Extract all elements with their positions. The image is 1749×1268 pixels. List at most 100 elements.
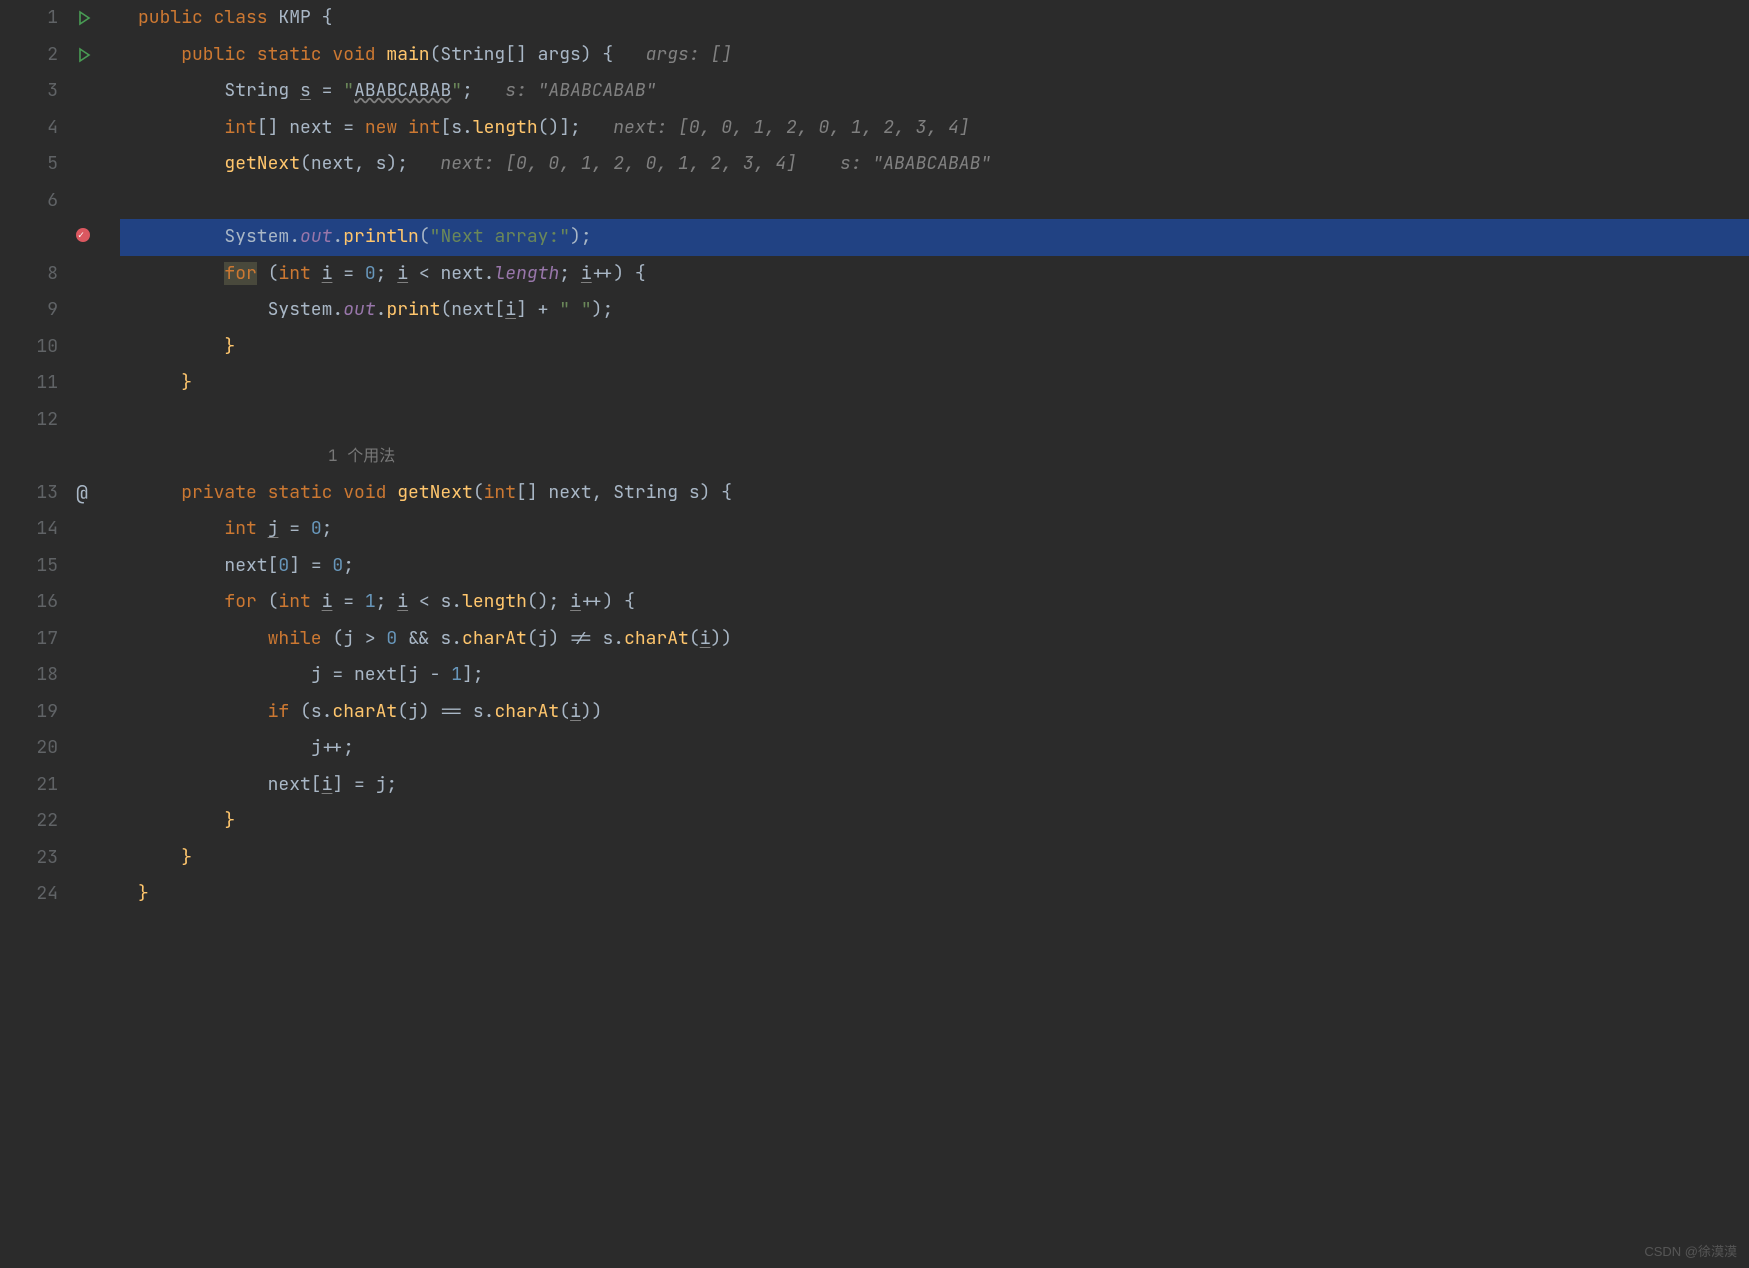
- token-method: length: [473, 116, 538, 139]
- code-line[interactable]: System.out.print(next[i] + " ");: [120, 292, 1749, 329]
- line-number[interactable]: 4: [0, 110, 58, 147]
- usage-hint[interactable]: 1 个用法: [120, 438, 1749, 475]
- line-number[interactable]: 18: [0, 657, 58, 694]
- token-kw: if: [268, 700, 300, 723]
- line-number[interactable]: 10: [0, 329, 58, 366]
- line-number[interactable]: 24: [0, 876, 58, 913]
- run-icon[interactable]: [76, 6, 92, 29]
- line-number[interactable]: 15: [0, 548, 58, 585]
- line-number[interactable]: [0, 438, 58, 475]
- token-brace: {: [635, 262, 646, 285]
- line-number[interactable]: 3: [0, 73, 58, 110]
- token-op: String: [224, 79, 300, 102]
- code-line[interactable]: int j = 0;: [120, 511, 1749, 548]
- token-method: charAt: [332, 700, 397, 723]
- token-num: 0: [278, 554, 289, 577]
- token-op: );: [592, 298, 614, 321]
- code-line[interactable]: }: [120, 329, 1749, 366]
- token-op: =: [332, 262, 364, 285]
- code-line[interactable]: j++;: [120, 730, 1749, 767]
- code-line[interactable]: while (j > 0 && s.charAt(j) != s.charAt(…: [120, 621, 1749, 658]
- token-plain: [138, 846, 181, 869]
- line-number-gutter[interactable]: 12345689101112131415161718192021222324: [0, 0, 70, 1268]
- code-line[interactable]: next[0] = 0;: [120, 548, 1749, 585]
- code-line[interactable]: int[] next = new int[s.length()]; next: …: [120, 110, 1749, 147]
- token-comment: next: [0, 0, 1, 2, 0, 1, 2, 3, 4] s: "AB…: [408, 152, 991, 175]
- code-line[interactable]: public static void main(String[] args) {…: [120, 37, 1749, 74]
- code-line[interactable]: }: [120, 365, 1749, 402]
- line-number[interactable]: 16: [0, 584, 58, 621]
- code-line[interactable]: }: [120, 876, 1749, 913]
- code-line[interactable]: }: [120, 840, 1749, 877]
- token-method: getNext: [397, 481, 473, 504]
- gutter-icons[interactable]: @: [70, 0, 120, 1268]
- code-line[interactable]: private static void getNext(int[] next, …: [120, 475, 1749, 512]
- line-number[interactable]: 9: [0, 292, 58, 329]
- line-number[interactable]: 6: [0, 183, 58, 220]
- code-line[interactable]: getNext(next, s); next: [0, 0, 1, 2, 0, …: [120, 146, 1749, 183]
- token-op: (: [419, 225, 430, 248]
- line-number[interactable]: 13: [0, 475, 58, 512]
- token-plain: [138, 590, 224, 613]
- token-op: =: [278, 517, 310, 540]
- code-line[interactable]: public class KMP {: [120, 0, 1749, 37]
- token-method: getNext: [224, 152, 300, 175]
- code-line[interactable]: System.out.println("Next array:");: [120, 219, 1749, 256]
- token-plain: [138, 700, 268, 723]
- line-number[interactable]: 20: [0, 730, 58, 767]
- line-number[interactable]: 5: [0, 146, 58, 183]
- code-line[interactable]: }: [120, 803, 1749, 840]
- token-plain: [138, 262, 224, 285]
- token-underline: i: [570, 700, 581, 723]
- line-number[interactable]: 19: [0, 694, 58, 731]
- line-number[interactable]: 23: [0, 840, 58, 877]
- run-icon[interactable]: [76, 43, 92, 66]
- token-method: charAt: [494, 700, 559, 723]
- token-op: )): [581, 700, 603, 723]
- token-str: " ": [559, 298, 591, 321]
- token-cbrace: }: [181, 846, 192, 869]
- token-plain: [138, 736, 311, 759]
- line-number[interactable]: 8: [0, 256, 58, 293]
- token-method: charAt: [624, 627, 689, 650]
- token-op: );: [570, 225, 592, 248]
- token-underline: i: [570, 590, 581, 613]
- overrides-icon[interactable]: @: [76, 475, 88, 512]
- code-line[interactable]: if (s.charAt(j) == s.charAt(i)): [120, 694, 1749, 731]
- breakpoint-icon[interactable]: [76, 228, 90, 242]
- code-area[interactable]: public class KMP { public static void ma…: [120, 0, 1749, 1268]
- line-number[interactable]: 11: [0, 365, 58, 402]
- token-str: ": [451, 79, 462, 102]
- token-op: ;: [376, 262, 398, 285]
- code-editor[interactable]: 12345689101112131415161718192021222324 @…: [0, 0, 1749, 1268]
- token-cbrace: }: [224, 335, 235, 358]
- token-underline: i: [322, 773, 333, 796]
- line-number[interactable]: 12: [0, 402, 58, 439]
- code-line[interactable]: for (int i = 0; i < next.length; i++) {: [120, 256, 1749, 293]
- token-cbrace: }: [181, 371, 192, 394]
- token-op: < s.: [408, 590, 462, 613]
- code-line[interactable]: String s = "ABABCABAB"; s: "ABABCABAB": [120, 73, 1749, 110]
- token-plain: [138, 335, 224, 358]
- line-number[interactable]: 1: [0, 0, 58, 37]
- code-line[interactable]: for (int i = 1; i < s.length(); i++) {: [120, 584, 1749, 621]
- code-line[interactable]: j = next[j - 1];: [120, 657, 1749, 694]
- token-comment: s: "ABABCABAB": [473, 79, 657, 102]
- token-underline: j: [268, 517, 279, 540]
- line-number[interactable]: [0, 219, 58, 256]
- code-line[interactable]: next[i] = j;: [120, 767, 1749, 804]
- line-number[interactable]: 21: [0, 767, 58, 804]
- token-op: )): [711, 627, 733, 650]
- token-kw: int: [484, 481, 516, 504]
- token-kw: int: [278, 590, 321, 613]
- token-op: j++;: [311, 736, 354, 759]
- line-number[interactable]: 17: [0, 621, 58, 658]
- code-line[interactable]: [120, 183, 1749, 220]
- line-number[interactable]: 22: [0, 803, 58, 840]
- token-plain: [138, 481, 181, 504]
- token-op: (: [268, 590, 279, 613]
- line-number[interactable]: 14: [0, 511, 58, 548]
- line-number[interactable]: 2: [0, 37, 58, 74]
- token-op: && s.: [397, 627, 462, 650]
- code-line[interactable]: [120, 402, 1749, 439]
